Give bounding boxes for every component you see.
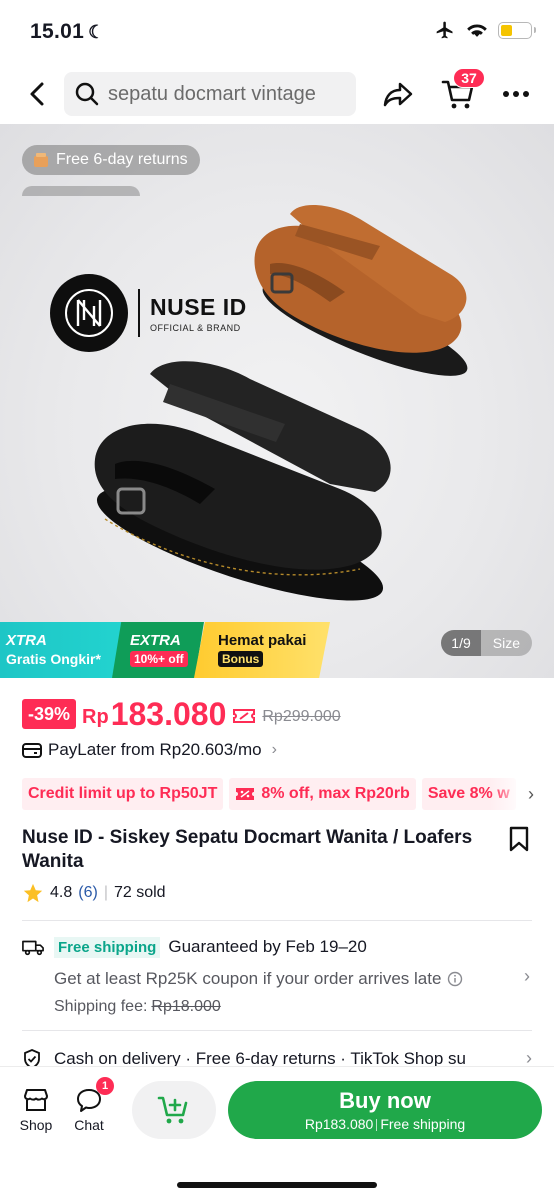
free-returns-text: Free 6-day returns [56,151,188,168]
brand-name: NUSE ID [150,293,247,320]
brand-divider [138,289,140,337]
review-count[interactable]: (6) [78,884,98,902]
promo-extra-sub: 10%+ off [130,651,188,667]
black-shoe [94,361,391,601]
chevron-right-icon: › [528,783,534,804]
buy-now-button[interactable]: Buy now Rp183.080 Free shipping [228,1081,542,1139]
promo-xtra-sub: Gratis Ongkir* [6,651,101,667]
buy-now-sub: Rp183.080 Free shipping [305,1116,465,1132]
shipping-fee-label: Shipping fee: [54,998,148,1015]
chat-unread-badge: 1 [96,1077,114,1095]
promo-xtra: XTRA Gratis Ongkir* [0,622,122,678]
return-box-icon [34,153,48,167]
paylater-text: PayLater from Rp20.603/mo [48,740,262,759]
sold-count: 72 sold [113,884,166,901]
offers-more-button[interactable]: › [490,778,554,810]
buy-now-shipping: Free shipping [380,1116,466,1132]
coupon-note-line: Get at least Rp25K coupon if your order … [54,966,542,992]
offers-list[interactable]: Credit limit up to Rp50JT 8% off, max Rp… [22,778,554,810]
chat-label: Chat [74,1117,104,1133]
voucher-icon [236,788,255,800]
rating-value: 4.8 [50,884,73,901]
status-icons [434,20,536,40]
product-title: Nuse ID - Siskey Sepatu Docmart Wanita /… [22,827,473,872]
price-currency: Rp [82,705,109,728]
search-icon [75,82,99,106]
promo-hemat: Hemat pakai Bonus [194,622,330,678]
offer-chip[interactable]: Credit limit up to Rp50JT [22,778,224,810]
chevron-left-icon [30,82,44,106]
shipping-section[interactable]: Free shipping Guaranteed by Feb 19–20 Ge… [22,934,542,1020]
image-counter[interactable]: 1/9 Size [441,630,532,656]
discount-badge: -39% [22,699,77,729]
brand-subtitle: OFFICIAL & BRAND [150,322,241,333]
share-icon [383,82,413,107]
chevron-right-icon: › [271,741,277,758]
brand-logo-icon [50,274,128,352]
current-price: 183.080 [110,695,227,732]
product-photo [94,204,468,601]
product-image-gallery[interactable]: Free 6-day returns NUSE ID OFFICIAL & BR… [0,124,554,678]
rating-row[interactable]: 4.8 (6) | 72 sold [22,880,166,906]
truck-icon [22,940,44,956]
paylater-icon [22,743,42,758]
promo-extra: EXTRA 10%+ off [112,622,204,678]
divider [22,1030,532,1031]
offer-text: 8% off, max Rp20rb [261,785,410,802]
cart-count-badge: 37 [453,68,485,88]
promo-hemat-sub: Bonus [218,651,264,667]
battery-icon [498,21,536,39]
brand-watermark: NUSE ID OFFICIAL & BRAND [50,274,247,352]
rating-separator: | [103,884,108,901]
promo-hemat-title: Hemat pakai [218,632,307,649]
add-cart-icon [157,1096,188,1124]
bottom-action-bar: Shop Chat 1 Buy now Rp183.080 Free shippi… [0,1066,554,1200]
bookmark-icon [509,826,529,852]
price-row: -39% Rp 183.080 Rp299.000 [22,696,341,732]
secondary-chip [22,186,140,196]
search-input[interactable]: sepatu docmart vintage [64,72,356,116]
home-indicator[interactable] [177,1182,377,1188]
brown-shoe [254,204,468,376]
offer-chip[interactable]: 8% off, max Rp20rb [229,778,416,810]
status-bar: 15.01 ☾ [0,0,554,64]
moon-icon: ☾ [88,22,105,42]
info-icon[interactable] [447,971,463,987]
airplane-icon [436,21,453,39]
share-button[interactable] [378,74,418,114]
divider [22,920,532,921]
paylater-row[interactable]: PayLater from Rp20.603/mo › [22,738,277,762]
free-shipping-badge: Free shipping [54,936,161,958]
shop-icon [24,1089,48,1111]
shop-button[interactable]: Shop [12,1087,60,1133]
shipping-fee-line: Shipping fee: Rp18.000 [54,994,542,1020]
coupon-note: Get at least Rp25K coupon if your order … [54,969,442,988]
image-index: 1/9 [441,630,481,656]
promo-xtra-title: XTRA [6,632,47,649]
shop-label: Shop [19,1117,53,1133]
promo-extra-title: EXTRA [130,632,181,649]
promo-banner[interactable]: XTRA Gratis Ongkir* EXTRA 10%+ off Hemat… [0,622,340,678]
size-chart-button[interactable]: Size [480,630,532,656]
star-icon [23,883,43,903]
add-to-cart-button[interactable] [132,1081,216,1139]
clock-text: 15.01 [30,20,85,43]
original-price: Rp299.000 [262,708,341,725]
status-time: 15.01 ☾ [30,20,105,44]
free-returns-chip[interactable]: Free 6-day returns [22,145,200,175]
buy-now-price: Rp183.080 [304,1116,374,1132]
shipping-line: Free shipping Guaranteed by Feb 19–20 [22,934,542,960]
more-options-button[interactable] [496,74,536,114]
more-icon [503,91,529,97]
chevron-right-icon: › [524,966,530,986]
delivery-guarantee: Guaranteed by Feb 19–20 [168,937,367,956]
bookmark-button[interactable] [508,826,530,857]
search-query: sepatu docmart vintage [108,82,316,105]
buy-now-label: Buy now [339,1088,431,1113]
wifi-icon [467,24,487,37]
back-button[interactable] [18,74,58,114]
coupon-icon [233,709,256,723]
top-nav: sepatu docmart vintage 37 [0,64,554,124]
shipping-fee-value: Rp18.000 [151,998,221,1015]
